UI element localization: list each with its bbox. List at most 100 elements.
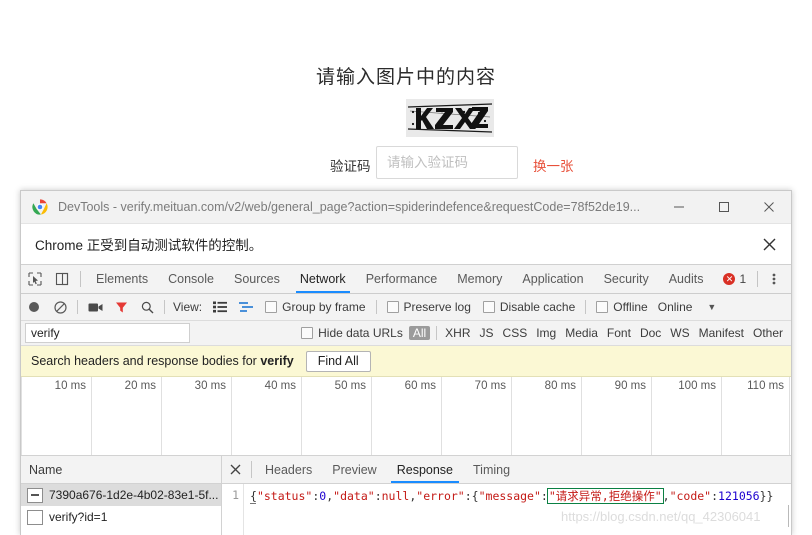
tab-console[interactable]: Console bbox=[158, 265, 224, 293]
filter-type-img[interactable]: Img bbox=[536, 326, 556, 340]
disable-cache-label: Disable cache bbox=[500, 300, 575, 314]
network-split-pane: Name 7390a676-1d2e-4b02-83e1-5f... verif… bbox=[21, 456, 791, 535]
devtools-title-text: DevTools - verify.meituan.com/v2/web/gen… bbox=[58, 200, 656, 214]
group-by-frame-label: Group by frame bbox=[282, 300, 365, 314]
timeline-tick bbox=[161, 377, 162, 455]
minimize-button[interactable] bbox=[656, 191, 701, 223]
captcha-image[interactable] bbox=[406, 99, 494, 137]
waterfall-view-icon[interactable] bbox=[233, 294, 259, 320]
filter-icon[interactable] bbox=[108, 294, 134, 320]
text-cursor-underline bbox=[250, 503, 256, 504]
automation-infobar: Chrome 正受到自动测试软件的控制。 bbox=[21, 224, 791, 265]
captcha-form-row: 验证码 换一张 bbox=[0, 146, 812, 182]
clear-icon[interactable] bbox=[47, 294, 73, 320]
captcha-input[interactable] bbox=[376, 146, 518, 179]
tab-elements[interactable]: Elements bbox=[86, 265, 158, 293]
timeline-label: 60 ms bbox=[405, 380, 441, 392]
search-prompt-query: verify bbox=[260, 354, 293, 368]
refresh-captcha-link[interactable]: 换一张 bbox=[533, 155, 574, 175]
network-toolbar: View: Group by frame Preserve log bbox=[21, 294, 791, 321]
close-button[interactable] bbox=[746, 191, 791, 223]
filter-type-js[interactable]: JS bbox=[480, 326, 494, 340]
request-list-header: Name bbox=[21, 456, 221, 484]
filter-type-other[interactable]: Other bbox=[753, 326, 783, 340]
maximize-button[interactable] bbox=[701, 191, 746, 223]
table-row[interactable]: 7390a676-1d2e-4b02-83e1-5f... bbox=[21, 484, 221, 506]
timeline-label: 90 ms bbox=[615, 380, 651, 392]
offline-checkbox[interactable]: Offline bbox=[596, 300, 647, 314]
timeline-tick bbox=[651, 377, 652, 455]
camera-icon[interactable] bbox=[82, 294, 108, 320]
tab-timing[interactable]: Timing bbox=[463, 456, 520, 483]
filter-input[interactable] bbox=[25, 323, 190, 343]
checkbox-box[interactable] bbox=[483, 301, 495, 313]
table-row[interactable]: verify?id=1 bbox=[21, 506, 221, 528]
timeline-tick bbox=[91, 377, 92, 455]
json-colon-5: : bbox=[711, 489, 718, 503]
tab-application[interactable]: Application bbox=[512, 265, 593, 293]
checkbox-box[interactable] bbox=[596, 301, 608, 313]
tab-headers[interactable]: Headers bbox=[255, 456, 322, 483]
filter-type-all[interactable]: All bbox=[409, 326, 430, 340]
group-by-frame-checkbox[interactable]: Group by frame bbox=[265, 300, 365, 314]
window-controls bbox=[656, 191, 791, 223]
checkbox-box[interactable] bbox=[265, 301, 277, 313]
infobar-close-icon[interactable] bbox=[757, 232, 781, 256]
search-prompt-text: Search headers and response bodies for v… bbox=[31, 354, 294, 368]
search-icon[interactable] bbox=[134, 294, 160, 320]
timeline-label: 70 ms bbox=[475, 380, 511, 392]
toolbar-divider-5 bbox=[376, 300, 377, 314]
timeline-tick bbox=[441, 377, 442, 455]
request-name: verify?id=1 bbox=[49, 510, 107, 524]
tab-audits[interactable]: Audits bbox=[659, 265, 714, 293]
line-number: 1 bbox=[232, 488, 239, 502]
tab-response[interactable]: Response bbox=[387, 456, 463, 483]
tab-network[interactable]: Network bbox=[290, 265, 356, 293]
filter-type-media[interactable]: Media bbox=[565, 326, 598, 340]
timeline-label: 50 ms bbox=[335, 380, 371, 392]
filter-type-manifest[interactable]: Manifest bbox=[699, 326, 744, 340]
hide-data-urls-checkbox[interactable]: Hide data URLs bbox=[301, 326, 403, 340]
checkbox-box[interactable] bbox=[387, 301, 399, 313]
captcha-field-label: 验证码 bbox=[330, 155, 371, 175]
json-colon-4: : bbox=[541, 489, 548, 503]
tab-memory[interactable]: Memory bbox=[447, 265, 512, 293]
disable-cache-checkbox[interactable]: Disable cache bbox=[483, 300, 575, 314]
tab-preview[interactable]: Preview bbox=[322, 456, 386, 483]
preserve-log-checkbox[interactable]: Preserve log bbox=[387, 300, 471, 314]
filter-type-css[interactable]: CSS bbox=[503, 326, 528, 340]
timeline-tick bbox=[511, 377, 512, 455]
timeline-label: 40 ms bbox=[265, 380, 301, 392]
chrome-icon bbox=[32, 199, 48, 215]
filter-type-ws[interactable]: WS bbox=[670, 326, 689, 340]
more-options-icon[interactable] bbox=[763, 265, 785, 293]
timeline-tick bbox=[231, 377, 232, 455]
inspect-element-icon[interactable] bbox=[21, 265, 48, 293]
column-header-name[interactable]: Name bbox=[29, 463, 62, 477]
error-count-badge[interactable]: ✕ 1 bbox=[713, 265, 752, 293]
toolbar-divider-2 bbox=[757, 271, 758, 287]
record-icon[interactable] bbox=[21, 294, 47, 320]
tab-performance[interactable]: Performance bbox=[356, 265, 448, 293]
resource-type-icon bbox=[27, 488, 43, 503]
filter-type-font[interactable]: Font bbox=[607, 326, 631, 340]
json-key-code: "code" bbox=[670, 489, 712, 503]
filter-type-doc[interactable]: Doc bbox=[640, 326, 661, 340]
throttling-value[interactable]: Online bbox=[658, 300, 693, 314]
network-timeline-overview[interactable]: 10 ms 20 ms 30 ms 40 ms 50 ms 60 ms 70 m… bbox=[21, 377, 791, 456]
json-key-status: "status" bbox=[257, 489, 312, 503]
filter-type-xhr[interactable]: XHR bbox=[445, 326, 470, 340]
toolbar-divider-4 bbox=[164, 300, 165, 314]
list-view-icon[interactable] bbox=[207, 294, 233, 320]
tab-sources[interactable]: Sources bbox=[224, 265, 290, 293]
search-prompt-prefix: Search headers and response bodies for bbox=[31, 354, 257, 368]
checkbox-box[interactable] bbox=[301, 327, 313, 339]
close-detail-icon[interactable] bbox=[222, 456, 248, 483]
find-all-button[interactable]: Find All bbox=[306, 351, 371, 372]
response-body-viewer[interactable]: 1 {"status":0,"data":null,"error":{"mess… bbox=[222, 484, 791, 535]
error-count-label: 1 bbox=[739, 272, 746, 286]
toggle-device-toolbar-icon[interactable] bbox=[48, 265, 75, 293]
tab-security[interactable]: Security bbox=[594, 265, 659, 293]
chevron-down-icon[interactable]: ▼ bbox=[707, 302, 716, 312]
json-key-message: "message" bbox=[479, 489, 541, 503]
